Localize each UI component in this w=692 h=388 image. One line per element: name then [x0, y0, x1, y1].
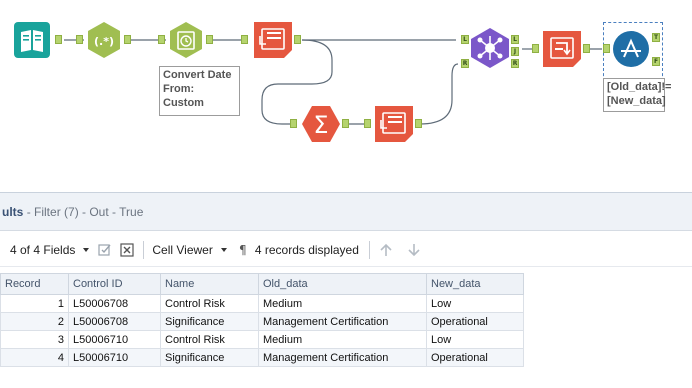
arrow-up-icon[interactable]	[378, 242, 394, 258]
cell-viewer-label: Cell Viewer	[152, 242, 213, 257]
input-data-tool[interactable]	[14, 22, 50, 58]
input-anchor[interactable]	[290, 119, 297, 128]
join-right-input-anchor[interactable]: R	[461, 59, 469, 68]
workflow-canvas[interactable]: (.*) Convert Date From: Custom Σ L R L J…	[0, 0, 692, 192]
filter-tool[interactable]	[613, 31, 649, 67]
cell-control-id[interactable]: L50006708	[68, 294, 161, 313]
cell-control-id[interactable]: L50006708	[68, 312, 161, 331]
transpose-icon	[543, 31, 581, 67]
input-anchor[interactable]	[241, 35, 248, 44]
cell-new-data[interactable]: Low	[426, 294, 524, 313]
table-row[interactable]: 2 L50006708 Significance Management Cert…	[0, 312, 524, 331]
output-anchor[interactable]	[342, 119, 349, 128]
cell-old-data[interactable]: Management Certification	[258, 348, 427, 367]
results-toolbar: 4 of 4 Fields Cell Viewer ¶ 4 records di…	[0, 233, 692, 267]
join-left-input-anchor[interactable]: L	[461, 35, 469, 44]
cell-old-data[interactable]: Medium	[258, 330, 427, 349]
output-anchor[interactable]	[55, 35, 62, 44]
cell-control-id[interactable]: L50006710	[68, 348, 161, 367]
output-anchor[interactable]	[583, 44, 590, 53]
toolbar-separator	[143, 240, 145, 259]
table-row[interactable]: 1 L50006708 Control Risk Medium Low	[0, 294, 524, 313]
filter-false-anchor[interactable]: F	[652, 57, 660, 66]
select-tool-2[interactable]	[375, 106, 413, 142]
datetime-tool[interactable]	[168, 22, 204, 58]
input-anchor[interactable]	[532, 44, 539, 53]
output-anchor[interactable]	[415, 119, 422, 128]
fields-label: 4 of 4 Fields	[10, 242, 76, 257]
svg-text:Σ: Σ	[313, 111, 328, 139]
results-header: ults - Filter (7) - Out - True	[0, 193, 692, 231]
clock-icon	[170, 22, 202, 58]
transpose-tool[interactable]	[543, 31, 581, 67]
pilcrow-icon[interactable]: ¶	[235, 242, 251, 258]
results-panel: ults - Filter (7) - Out - True 4 of 4 Fi…	[0, 192, 692, 388]
check-edit-icon[interactable]	[97, 242, 113, 258]
join-right-output-anchor[interactable]: R	[511, 59, 519, 68]
filter-true-anchor[interactable]: T	[652, 33, 660, 42]
column-header-record[interactable]: Record	[0, 273, 69, 295]
join-tool[interactable]	[471, 28, 509, 68]
results-title: ults	[2, 204, 24, 219]
regex-icon: (.*)	[88, 22, 120, 58]
select-icon	[254, 22, 292, 58]
cell-new-data[interactable]: Operational	[426, 312, 524, 331]
input-anchor[interactable]	[603, 44, 610, 53]
filter-icon	[613, 31, 649, 67]
records-count: 4 records displayed	[254, 242, 359, 257]
column-header-control-id[interactable]: Control ID	[68, 273, 161, 295]
input-anchor[interactable]	[364, 119, 371, 128]
cell-new-data[interactable]: Low	[426, 330, 524, 349]
join-join-output-anchor[interactable]: J	[511, 47, 519, 56]
cell-name[interactable]: Significance	[160, 312, 259, 331]
cell-record[interactable]: 4	[0, 348, 69, 367]
fields-dropdown[interactable]: 4 of 4 Fields	[10, 242, 90, 257]
table-row[interactable]: 3 L50006710 Control Risk Medium Low	[0, 330, 524, 349]
clear-box-icon[interactable]	[119, 242, 135, 258]
cell-viewer-dropdown[interactable]: Cell Viewer	[152, 242, 227, 257]
summarize-tool[interactable]: Σ	[302, 106, 340, 142]
chevron-down-icon	[83, 247, 90, 252]
select-icon	[375, 106, 413, 142]
table-row[interactable]: 4 L50006710 Significance Management Cert…	[0, 348, 524, 367]
cell-control-id[interactable]: L50006710	[68, 330, 161, 349]
cell-record[interactable]: 1	[0, 294, 69, 313]
column-header-name[interactable]: Name	[160, 273, 259, 295]
cell-old-data[interactable]: Management Certification	[258, 312, 427, 331]
join-left-output-anchor[interactable]: L	[511, 35, 519, 44]
cell-record[interactable]: 2	[0, 312, 69, 331]
cell-name[interactable]: Significance	[160, 348, 259, 367]
chevron-down-icon	[220, 247, 227, 252]
arrow-down-icon[interactable]	[406, 242, 422, 258]
output-anchor[interactable]	[206, 35, 213, 44]
results-table: Record Control ID Name Old_data New_data…	[0, 273, 524, 367]
cell-old-data[interactable]: Medium	[258, 294, 427, 313]
output-anchor[interactable]	[124, 35, 131, 44]
table-header-row: Record Control ID Name Old_data New_data	[0, 273, 524, 295]
regex-tool[interactable]: (.*)	[86, 22, 122, 58]
svg-text:(.*): (.*)	[94, 35, 114, 48]
cell-record[interactable]: 3	[0, 330, 69, 349]
column-header-old-data[interactable]: Old_data	[258, 273, 427, 295]
join-icon	[471, 28, 509, 68]
column-header-new-data[interactable]: New_data	[426, 273, 524, 295]
toolbar-separator	[368, 240, 370, 259]
output-anchor[interactable]	[294, 35, 301, 44]
sigma-icon: Σ	[302, 106, 340, 142]
book-icon	[14, 22, 50, 58]
input-anchor[interactable]	[158, 35, 165, 44]
results-subtitle: - Filter (7) - Out - True	[26, 204, 144, 219]
cell-name[interactable]: Control Risk	[160, 330, 259, 349]
filter-annotation: [Old_data]!= [New_data]	[603, 78, 671, 112]
datetime-annotation: Convert Date From: Custom	[159, 66, 240, 116]
input-anchor[interactable]	[76, 35, 83, 44]
cell-name[interactable]: Control Risk	[160, 294, 259, 313]
cell-new-data[interactable]: Operational	[426, 348, 524, 367]
select-tool-1[interactable]	[254, 22, 292, 58]
